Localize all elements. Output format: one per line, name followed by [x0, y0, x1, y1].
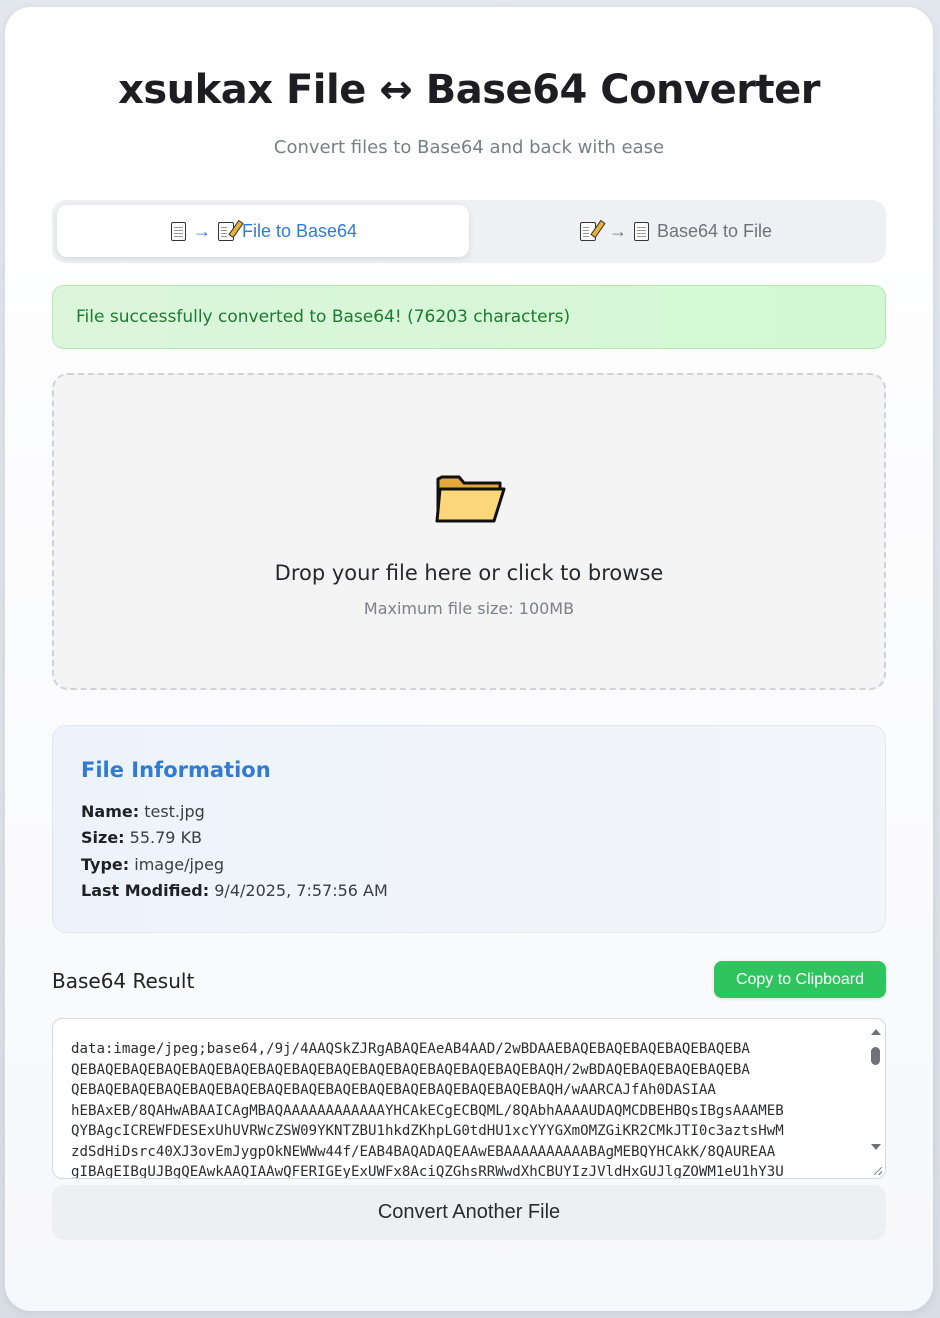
base64-output-textarea[interactable]: data:image/jpeg;base64,/9j/4AAQSkZJRgABA… [52, 1018, 886, 1179]
base64-output-text[interactable]: data:image/jpeg;base64,/9j/4AAQSkZJRgABA… [71, 1039, 851, 1179]
textarea-scrollbar[interactable] [867, 1019, 885, 1178]
file-modified-label: Last Modified: [81, 881, 210, 900]
mode-tabs: → File to Base64 → Base64 to File [52, 200, 886, 263]
file-size-row: Size: 55.79 KB [81, 828, 202, 847]
scroll-thumb[interactable] [871, 1047, 880, 1065]
base64-line: QEBAQEBAQEBAQEBAQEBAQEBAQEBAQEBAQEBAQEBA… [71, 1082, 716, 1098]
file-type-value: image/jpeg [134, 855, 225, 874]
file-dropzone[interactable]: Drop your file here or click to browse M… [52, 373, 886, 690]
memo-icon [217, 221, 234, 241]
tab-label: File to Base64 [241, 220, 358, 241]
dropzone-title: Drop your file here or click to browse [274, 561, 664, 585]
page-title: xsukax File ↔ Base64 Converter [118, 67, 820, 113]
document-icon [633, 221, 649, 241]
base64-line: zdSdHiDsrc40XJ3ovEmJygpOkNEWWw44f/EAB4BA… [71, 1143, 776, 1160]
base64-line: QEBAQEBAQEBAQEBAQEBAQEBAQEBAQEBAQEBAQEBA… [71, 1061, 750, 1078]
base64-line: QYBAgcICREWFDESExUhUVRWcZSW09YKNTZBU1hkd… [71, 1123, 784, 1139]
copy-to-clipboard-button[interactable]: Copy to Clipboard [714, 961, 886, 998]
document-icon [170, 221, 186, 241]
file-name-row: Name: test.jpg [81, 802, 205, 821]
folder-icon [435, 475, 506, 523]
file-info-title: File Information [81, 758, 271, 782]
tab-file-to-base64[interactable]: → File to Base64 [57, 205, 469, 257]
base64-line: gIBAgEIBgUJBgQEAwkAAQIAAwQFERIGEyExUWFx8… [71, 1164, 784, 1179]
page-subtitle: Convert files to Base64 and back with ea… [273, 137, 665, 158]
file-type-label: Type: [81, 855, 130, 874]
base64-line: data:image/jpeg;base64,/9j/4AAQSkZJRgABA… [71, 1041, 750, 1057]
success-alert: File successfully converted to Base64! (… [52, 285, 886, 349]
tab-label: Base64 to File [656, 220, 773, 241]
file-size-value: 55.79 KB [129, 828, 203, 847]
file-info-panel: File Information Name: test.jpg Size: 55… [52, 725, 886, 933]
scroll-up-arrow-icon[interactable] [871, 1029, 881, 1035]
file-modified-row: Last Modified: 9/4/2025, 7:57:56 AM [81, 881, 388, 900]
file-modified-value: 9/4/2025, 7:57:56 AM [214, 881, 388, 900]
arrow-right-icon: → [608, 220, 627, 241]
converter-card: xsukax File ↔ Base64 Converter Convert f… [5, 7, 933, 1311]
file-type-row: Type: image/jpeg [81, 855, 224, 874]
tab-base64-to-file[interactable]: → Base64 to File [469, 205, 881, 257]
result-title: Base64 Result [52, 969, 195, 993]
file-name-value: test.jpg [144, 802, 205, 821]
dropzone-limit: Maximum file size: 100MB [363, 599, 575, 618]
base64-line: hEBAxEB/8QAHwABAAICAgMBAQAAAAAAAAAAAAYHC… [71, 1102, 784, 1119]
resize-grip-icon[interactable] [874, 1167, 882, 1175]
memo-icon [579, 221, 596, 241]
scroll-down-arrow-icon[interactable] [871, 1144, 881, 1150]
file-size-label: Size: [81, 828, 125, 847]
arrow-right-icon: → [192, 220, 211, 241]
convert-another-file-button[interactable]: Convert Another File [52, 1185, 886, 1240]
file-name-label: Name: [81, 802, 140, 821]
